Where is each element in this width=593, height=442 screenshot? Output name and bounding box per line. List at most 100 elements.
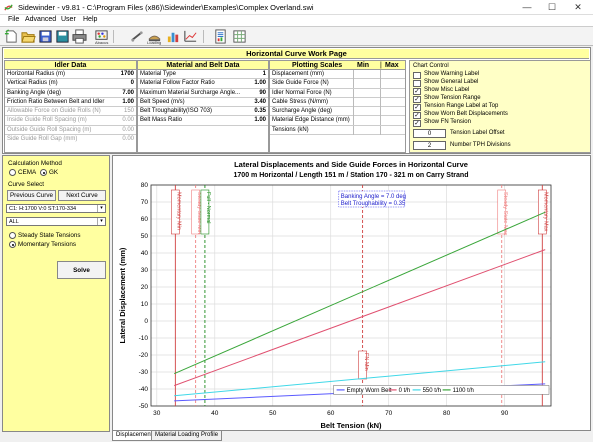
menu-help[interactable]: Help (83, 16, 97, 23)
show-fn-tension-checkbox[interactable]: ✓ (413, 120, 421, 127)
gk-label[interactable]: GK (49, 169, 58, 176)
row-label: Horizontal Radius (m) (7, 71, 66, 77)
row-label: Belt Troughability(ISO 703) (140, 108, 213, 115)
tension-marker-label: Momentary Max (543, 192, 549, 232)
max-column-header: Max (385, 62, 399, 69)
checkbox-label[interactable]: Tension Range Label at Top (424, 103, 498, 109)
bar-chart-icon[interactable] (166, 29, 181, 44)
material-row[interactable]: Material Follow Factor Ratio 1.00 (138, 79, 268, 89)
row-value[interactable]: 7.00 (122, 89, 134, 98)
plot-scale-row[interactable]: Side Guide Force (N) (270, 79, 405, 89)
material-row[interactable]: Belt Speed (m/s) 3.40 (138, 98, 268, 108)
tab-material-loading-profile[interactable]: Material Loading Profile (151, 431, 223, 441)
tension-marker-label: Full - Normal (205, 192, 211, 223)
show-general-label-checkbox[interactable] (413, 80, 421, 87)
plot-scale-row[interactable]: Tensions (kN) (270, 125, 405, 136)
maximize-button[interactable]: ☐ (541, 1, 563, 14)
show-worn-belt-checkbox[interactable]: ✓ (413, 112, 421, 119)
save-icon[interactable] (38, 29, 53, 44)
spreadsheet-icon[interactable] (232, 29, 247, 44)
minimize-button[interactable]: — (516, 1, 538, 14)
toolbar: Abacus Loading (0, 27, 593, 46)
idler-row: Inside Guide Roll Spacing (m) 0.00 (5, 116, 136, 126)
momentary-label[interactable]: Momentary Tensions (18, 241, 76, 248)
chevron-down-icon[interactable]: ▾ (97, 205, 105, 212)
abacus-label: Abacus (95, 40, 109, 45)
row-value: 0.00 (122, 126, 134, 133)
row-value[interactable]: 0 (131, 79, 134, 88)
row-value[interactable]: 1700 (121, 70, 134, 79)
row-value[interactable]: 3.40 (254, 98, 266, 107)
menu-file[interactable]: File (8, 16, 19, 23)
cema-radio[interactable] (9, 169, 16, 176)
offset-label: Tension Label Offset (450, 130, 505, 136)
steady-state-label[interactable]: Steady State Tensions (18, 232, 81, 239)
menu-user[interactable]: User (61, 16, 76, 23)
plotting-scales-title: Plotting Scales (292, 62, 343, 69)
checkbox-label[interactable]: Show Misc Label (424, 87, 469, 93)
displacement-chart: Lateral Displacements and Side Guide For… (118, 160, 552, 430)
material-row[interactable]: Belt Mass Ratio 1.00 (138, 116, 268, 126)
previous-curve-button[interactable]: Previous Curve (7, 190, 56, 201)
row-value[interactable]: 1.00 (254, 116, 266, 125)
plot-scale-row[interactable]: Cable Stress (N/mm) (270, 97, 405, 108)
steady-state-radio[interactable] (9, 232, 16, 239)
plot-scale-row[interactable]: Displacement (mm) (270, 70, 405, 80)
print-icon[interactable] (72, 29, 87, 44)
curve-select-label: Curve Select (8, 181, 45, 188)
close-button[interactable]: ✕ (567, 1, 589, 14)
plot-scale-row[interactable]: Surcharge Angle (deg) (270, 107, 405, 117)
row-value[interactable]: 1.00 (254, 79, 266, 88)
cema-label[interactable]: CEMA (18, 169, 36, 176)
checkbox-label[interactable]: Show FN Tension (424, 119, 471, 125)
gk-radio[interactable] (40, 169, 47, 176)
idler-row[interactable]: Friction Ratio Between Belt and Idler 1.0… (5, 98, 136, 108)
x-tick-label: 80 (443, 410, 451, 417)
tension-marker-label: Momentary Min (176, 192, 182, 230)
material-row[interactable]: Material Type 1 (138, 70, 268, 80)
filter-dropdown[interactable]: ALL ▾ (6, 217, 106, 226)
idler-row[interactable]: Banking Angle (deg) 7.00 (5, 89, 136, 98)
idler-row[interactable]: Vertical Radius (m) 0 (5, 79, 136, 89)
row-value[interactable]: 1 (263, 70, 266, 79)
x-tick-label: 70 (385, 410, 393, 417)
chevron-down-icon[interactable]: ▾ (97, 218, 105, 225)
row-value: 0.00 (122, 117, 134, 124)
annotation-text: Banking Angle = 7.0 deg (341, 194, 406, 200)
show-warning-label-checkbox[interactable] (413, 72, 421, 79)
show-tension-range-checkbox[interactable]: ✓ (413, 96, 421, 103)
checkbox-label[interactable]: Show General Label (424, 79, 478, 85)
save-as-icon[interactable] (55, 29, 70, 44)
plot-scale-row[interactable]: Idler Normal Force (N) (270, 88, 405, 98)
open-folder-icon[interactable] (21, 29, 36, 44)
momentary-radio[interactable] (9, 241, 16, 248)
tension-label-offset-input[interactable]: 0 (413, 129, 446, 138)
new-file-icon[interactable] (4, 29, 19, 44)
checkbox-label[interactable]: Show Tension Range (424, 95, 481, 101)
report-icon[interactable] (213, 29, 228, 44)
row-value[interactable]: 0.35 (254, 107, 266, 116)
toolbar-separator (113, 30, 114, 43)
menu-advanced[interactable]: Advanced (25, 16, 56, 23)
next-curve-button[interactable]: Next Curve (58, 190, 106, 201)
idler-row[interactable]: Horizontal Radius (m) 1700 (5, 70, 136, 80)
plot-scale-row[interactable]: Material Edge Distance (mm) (270, 116, 405, 126)
row-value[interactable]: 1.00 (122, 98, 134, 107)
show-misc-label-checkbox[interactable]: ✓ (413, 88, 421, 95)
work-page-title: Horizontal Curve Work Page (4, 49, 589, 59)
checkbox-label[interactable]: Show Worn Belt Displacements (424, 111, 508, 117)
conveyor-icon[interactable] (130, 29, 145, 44)
bottom-tabs: Displacement Material Loading Profile (112, 431, 591, 442)
material-row[interactable]: Maximum Material Surcharge Angle... 90 (138, 89, 268, 98)
tph-divisions-input[interactable]: 2 (413, 141, 446, 150)
tension-range-label-top-checkbox[interactable]: ✓ (413, 104, 421, 111)
solve-button[interactable]: Solve (57, 261, 106, 279)
tab-displacement[interactable]: Displacement (112, 431, 157, 441)
chart-title: Lateral Displacements and Side Guide For… (234, 160, 468, 169)
checkbox-label[interactable]: Show Warning Label (424, 71, 479, 77)
curve-select-dropdown[interactable]: C1: H:1700 V:0 ST:170-334 ▾ (6, 204, 106, 213)
y-tick-label: 0 (144, 318, 148, 325)
material-row[interactable]: Belt Troughability(ISO 703) 0.35 (138, 107, 268, 117)
chart-icon[interactable] (183, 29, 198, 44)
row-value[interactable]: 90 (259, 89, 266, 98)
